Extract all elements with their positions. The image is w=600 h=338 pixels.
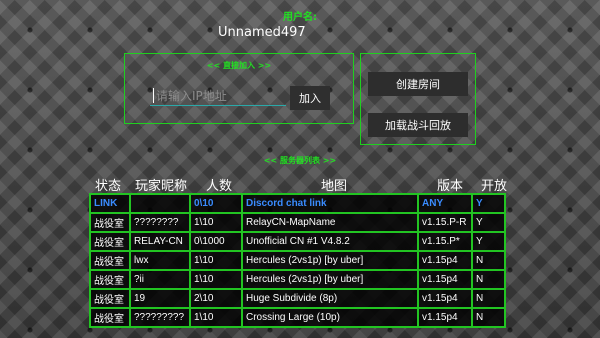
cell-status: LINK xyxy=(89,193,131,214)
username-label: 用户名: xyxy=(283,12,317,23)
cell-player-count: 1\10 xyxy=(189,250,243,271)
cell-player-count: 1\10 xyxy=(189,269,243,290)
cell-player-count: 2\10 xyxy=(189,288,243,309)
cell-version: v1.15p4 xyxy=(417,250,473,271)
cell-map: Crossing Large (10p) xyxy=(241,307,419,328)
cell-open: Y xyxy=(471,193,506,214)
column-header-map: 地图 xyxy=(321,179,348,194)
column-header-player-count: 人数 xyxy=(206,179,233,194)
cell-player-name xyxy=(129,193,191,214)
column-header-player-name: 玩家昵称 xyxy=(135,179,188,194)
cell-status: 战役室 xyxy=(89,231,131,252)
ip-address-input[interactable] xyxy=(150,86,286,106)
cell-player-count: 1\10 xyxy=(189,212,243,233)
cell-status: 战役室 xyxy=(89,212,131,233)
direct-join-title: << 直接加入 >> xyxy=(206,61,272,70)
cell-map: Huge Subdivide (8p) xyxy=(241,288,419,309)
cell-version: v1.15p4 xyxy=(417,269,473,290)
table-row[interactable]: 战役室 RELAY-CN 0\1000 Unofficial CN #1 V4.… xyxy=(89,231,506,252)
cell-open: N xyxy=(471,307,506,328)
column-header-status: 状态 xyxy=(95,179,122,194)
table-row[interactable]: 战役室 19 2\10 Huge Subdivide (8p) v1.15p4 … xyxy=(89,288,506,309)
username-value[interactable]: Unnamed497 xyxy=(218,25,306,40)
cell-map: Unofficial CN #1 V4.8.2 xyxy=(241,231,419,252)
cell-version: ANY xyxy=(417,193,473,214)
create-room-button[interactable]: 创建房间 xyxy=(368,72,468,96)
cell-map: Hercules (2vs1p) [by uber] xyxy=(241,250,419,271)
cell-player-name: ???????? xyxy=(129,212,191,233)
cell-version: v1.15p4 xyxy=(417,288,473,309)
cell-status: 战役室 xyxy=(89,269,131,290)
cell-version: v1.15.P* xyxy=(417,231,473,252)
column-header-open: 开放 xyxy=(481,179,508,194)
cell-player-count: 1\10 xyxy=(189,307,243,328)
cell-player-count: 0\1000 xyxy=(189,231,243,252)
load-replay-button[interactable]: 加载战斗回放 xyxy=(368,113,468,137)
table-row[interactable]: 战役室 ???????? 1\10 RelayCN-MapName v1.15.… xyxy=(89,212,506,233)
cell-map: RelayCN-MapName xyxy=(241,212,419,233)
cell-status: 战役室 xyxy=(89,250,131,271)
server-list-title: << 服务器列表 >> xyxy=(263,156,337,165)
cell-player-name: ????????? xyxy=(129,307,191,328)
table-row-link[interactable]: LINK 0\10 Discord chat link ANY Y xyxy=(89,193,506,214)
cell-open: N xyxy=(471,250,506,271)
cell-open: Y xyxy=(471,231,506,252)
server-table: LINK 0\10 Discord chat link ANY Y 战役室 ??… xyxy=(89,193,506,328)
cell-player-count: 0\10 xyxy=(189,193,243,214)
cell-status: 战役室 xyxy=(89,307,131,328)
cell-player-name: 19 xyxy=(129,288,191,309)
cell-player-name: ?ii xyxy=(129,269,191,290)
text-caret xyxy=(153,88,154,103)
cell-version: v1.15p4 xyxy=(417,307,473,328)
table-row[interactable]: 战役室 ????????? 1\10 Crossing Large (10p) … xyxy=(89,307,506,328)
cell-version: v1.15.P-R xyxy=(417,212,473,233)
cell-map: Hercules (2vs1p) [by uber] xyxy=(241,269,419,290)
cell-open: N xyxy=(471,288,506,309)
cell-status: 战役室 xyxy=(89,288,131,309)
column-header-version: 版本 xyxy=(437,179,464,194)
table-row[interactable]: 战役室 ?ii 1\10 Hercules (2vs1p) [by uber] … xyxy=(89,269,506,290)
cell-player-name: RELAY-CN xyxy=(129,231,191,252)
cell-open: Y xyxy=(471,212,506,233)
cell-open: N xyxy=(471,269,506,290)
table-row[interactable]: 战役室 lwx 1\10 Hercules (2vs1p) [by uber] … xyxy=(89,250,506,271)
join-button[interactable]: 加入 xyxy=(290,86,330,110)
cell-player-name: lwx xyxy=(129,250,191,271)
cell-map: Discord chat link xyxy=(241,193,419,214)
